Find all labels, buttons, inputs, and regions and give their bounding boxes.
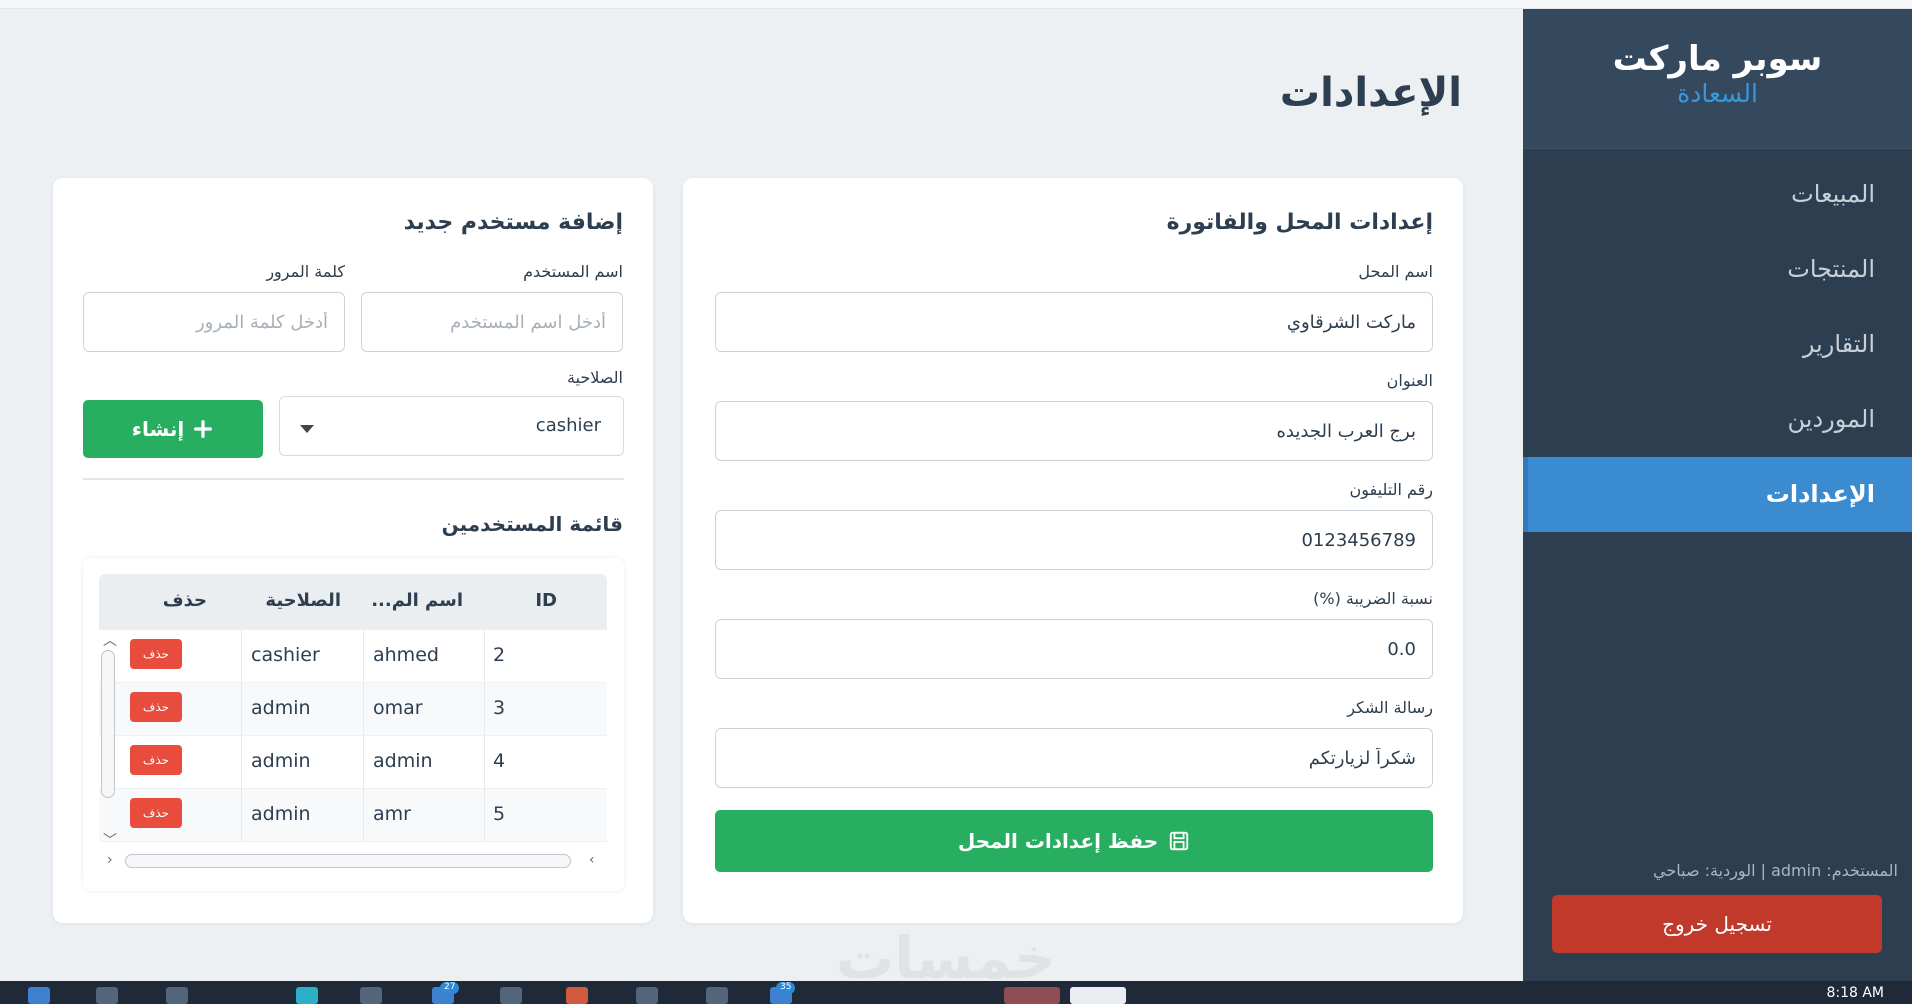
new-user-title: إضافة مستخدم جديد: [403, 210, 623, 235]
search-icon[interactable]: [96, 987, 118, 1004]
horizontal-scroll-thumb[interactable]: [125, 854, 571, 868]
table-row: 2 ahmed cashier حذف: [99, 630, 607, 683]
column-header-id: ID: [535, 590, 557, 611]
table-row: 3 omar admin حذف: [99, 683, 607, 736]
page-title: الإعدادات: [1279, 70, 1462, 116]
sidebar-item-sales[interactable]: المبيعات: [1523, 157, 1912, 232]
cell-id: 3: [493, 697, 506, 719]
table-row: 4 admin admin حذف: [99, 736, 607, 789]
create-user-button[interactable]: إنشاء: [83, 400, 263, 458]
column-header-role: الصلاحية: [265, 590, 341, 611]
users-table-header: ID اسم الم... الصلاحية حذف: [99, 574, 607, 630]
active-app-icon[interactable]: [1004, 987, 1060, 1004]
shop-settings-card: إعدادات المحل والفاتورة اسم المحل العنوا…: [683, 178, 1463, 923]
role-select-value: cashier: [535, 415, 601, 436]
password-input[interactable]: [83, 292, 345, 352]
app-icon[interactable]: [566, 987, 588, 1004]
cell-role: admin: [251, 697, 311, 719]
users-table: ID اسم الم... الصلاحية حذف 2 ahmed cashi…: [83, 558, 624, 891]
sidebar-item-settings[interactable]: الإعدادات: [1523, 457, 1912, 532]
task-view-icon[interactable]: [166, 987, 188, 1004]
column-header-username: اسم الم...: [371, 590, 463, 611]
address-label: العنوان: [1386, 371, 1433, 390]
app-icon[interactable]: [500, 987, 522, 1004]
shop-name-label: اسم المحل: [1358, 262, 1433, 281]
phone-label: رقم التليفون: [1349, 480, 1434, 499]
cell-username: amr: [373, 803, 411, 825]
notification-badge: 35: [776, 982, 796, 994]
tax-rate-input[interactable]: [715, 619, 1433, 679]
brand-title: سوبر ماركت: [1612, 39, 1823, 79]
shop-name-input[interactable]: [715, 292, 1433, 352]
chevron-up-icon[interactable]: ︿: [103, 630, 117, 650]
horizontal-scrollbar[interactable]: ‹ ›: [99, 850, 607, 872]
floppy-disk-icon: [1170, 831, 1189, 851]
delete-user-button[interactable]: حذف: [130, 692, 182, 722]
sidebar-item-reports[interactable]: التقارير: [1523, 307, 1912, 382]
username-label: اسم المستخدم: [523, 262, 623, 281]
os-taskbar: 27 35 8:18 AM: [0, 981, 1912, 1004]
taskbar-clock: 8:18 AM: [1826, 985, 1884, 1001]
users-list-title: قائمة المستخدمين: [441, 512, 623, 536]
chevron-down-icon[interactable]: ﹀: [103, 830, 117, 850]
sidebar-nav: المبيعات المنتجات التقارير الموردين الإع…: [1523, 157, 1912, 532]
address-input[interactable]: [715, 401, 1433, 461]
app-icon[interactable]: [706, 987, 728, 1004]
cell-id: 4: [493, 750, 506, 772]
sidebar: سوبر ماركت السعادة المبيعات المنتجات الت…: [1523, 9, 1912, 981]
phone-input[interactable]: [715, 510, 1433, 570]
users-card: إضافة مستخدم جديد اسم المستخدم كلمة المر…: [53, 178, 653, 923]
vertical-scrollbar[interactable]: ︿ ﹀: [99, 630, 119, 850]
delete-user-button[interactable]: حذف: [130, 745, 182, 775]
cell-username: ahmed: [373, 644, 439, 666]
brand-subtitle: السعادة: [1677, 79, 1758, 108]
role-select[interactable]: cashier: [279, 396, 624, 456]
thanks-message-label: رسالة الشكر: [1347, 698, 1433, 717]
caret-down-icon: [300, 425, 314, 433]
save-shop-settings-button[interactable]: حفظ إعدادات المحل: [715, 810, 1433, 872]
chevron-left-icon[interactable]: ‹: [107, 852, 113, 868]
cell-role: admin: [251, 750, 311, 772]
window-top-strip: [0, 0, 1912, 9]
sidebar-item-products[interactable]: المنتجات: [1523, 232, 1912, 307]
chevron-right-icon[interactable]: ›: [589, 852, 595, 868]
logout-button[interactable]: تسجيل خروج: [1552, 895, 1882, 953]
username-input[interactable]: [361, 292, 623, 352]
password-label: كلمة المرور: [266, 262, 345, 281]
app-icon[interactable]: [636, 987, 658, 1004]
vertical-scroll-thumb[interactable]: [101, 650, 115, 798]
cell-username: omar: [373, 697, 423, 719]
app-icon[interactable]: [360, 987, 382, 1004]
current-user-info: المستخدم: admin | الوردية: صباحي: [1653, 861, 1898, 880]
app-icon[interactable]: [1070, 987, 1126, 1004]
column-header-delete: حذف: [162, 590, 207, 611]
cell-role: cashier: [251, 644, 320, 666]
delete-user-button[interactable]: حذف: [130, 798, 182, 828]
plus-icon: [194, 420, 213, 438]
create-user-label: إنشاء: [131, 417, 185, 441]
tax-rate-label: نسبة الضريبة (%): [1313, 589, 1433, 608]
cell-username: admin: [373, 750, 433, 772]
sidebar-item-suppliers[interactable]: الموردين: [1523, 382, 1912, 457]
save-shop-settings-label: حفظ إعدادات المحل: [957, 829, 1159, 853]
table-row: 5 amr admin حذف: [99, 789, 607, 842]
cell-id: 2: [493, 644, 506, 666]
shop-settings-title: إعدادات المحل والفاتورة: [1166, 210, 1433, 235]
cell-id: 5: [493, 803, 506, 825]
role-label: الصلاحية: [566, 368, 623, 387]
app-icon[interactable]: [296, 987, 318, 1004]
cell-role: admin: [251, 803, 311, 825]
thanks-message-input[interactable]: [715, 728, 1433, 788]
notification-badge: 27: [440, 982, 460, 994]
section-divider: [83, 478, 624, 480]
start-icon[interactable]: [28, 987, 50, 1004]
brand: سوبر ماركت السعادة: [1523, 9, 1912, 149]
delete-user-button[interactable]: حذف: [130, 639, 182, 669]
